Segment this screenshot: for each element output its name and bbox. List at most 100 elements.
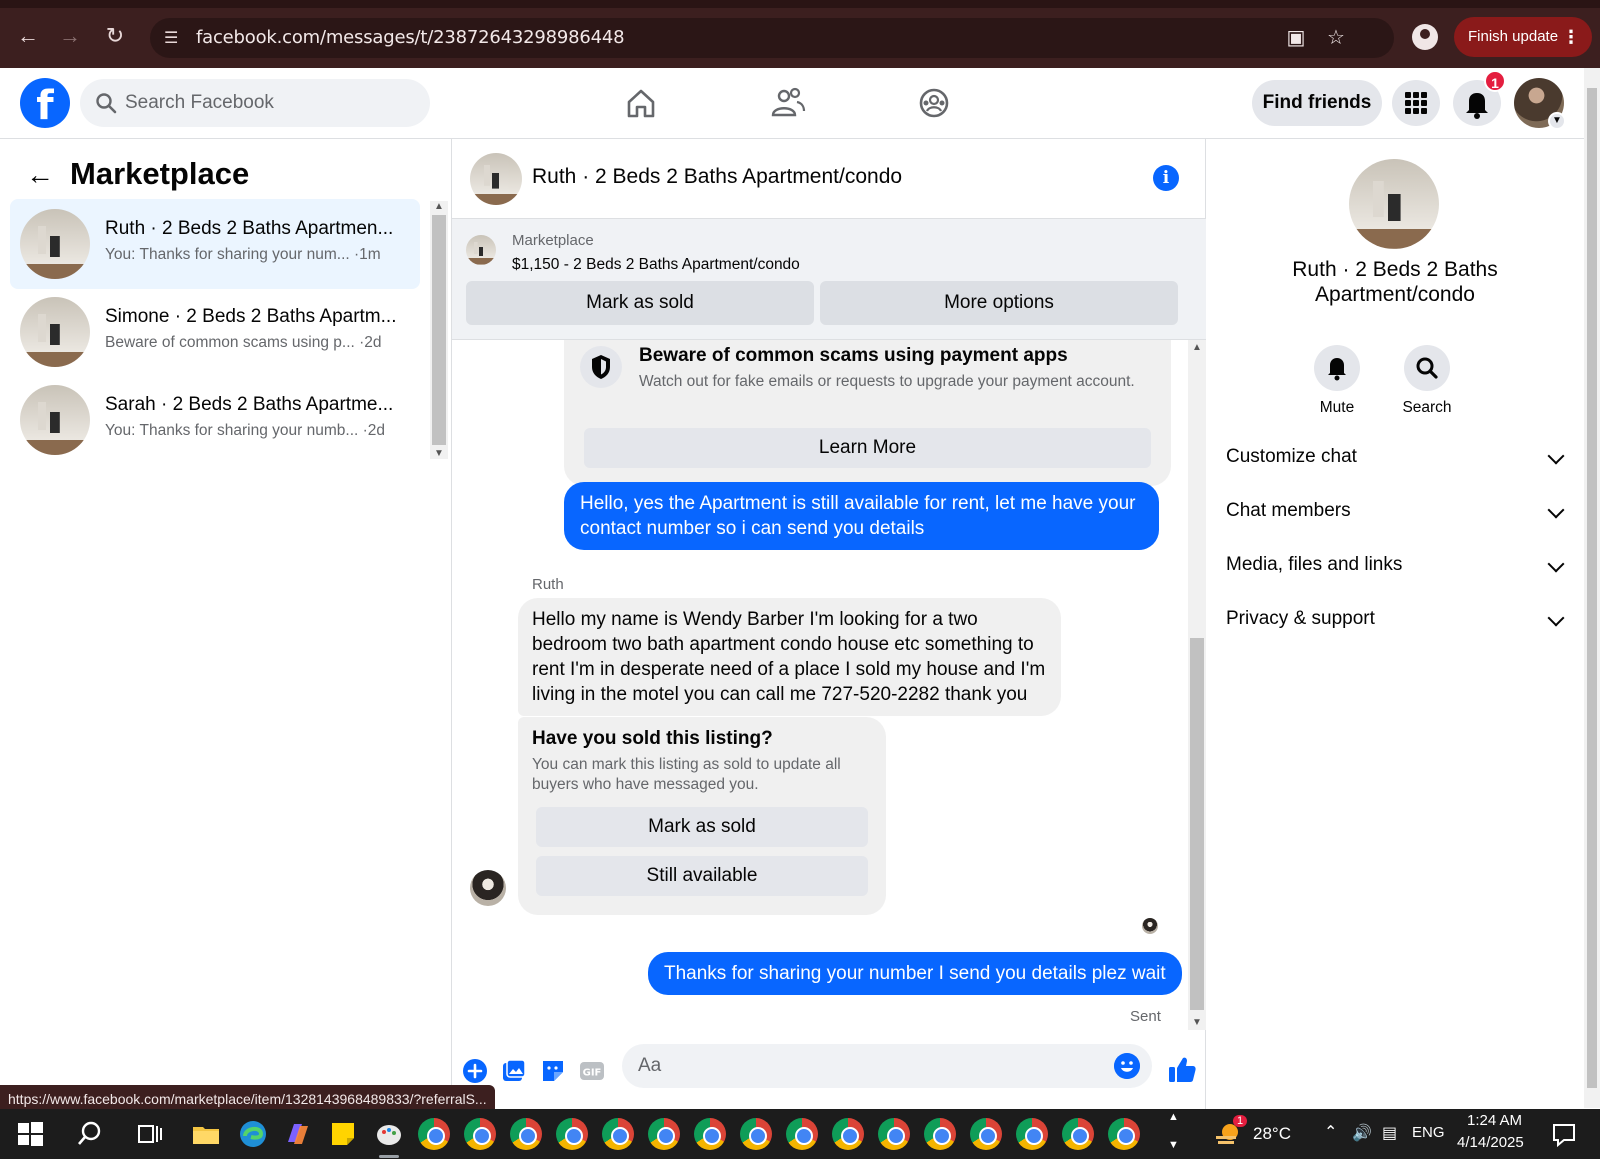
copilot-icon[interactable] — [282, 1118, 314, 1150]
listing-thumbnail — [20, 209, 90, 279]
conversation-item[interactable]: Ruth · 2 Beds 2 Baths Apartmen... You: T… — [10, 199, 420, 289]
edge-icon[interactable] — [237, 1118, 269, 1150]
scroll-up-icon[interactable]: ▲ — [434, 201, 444, 212]
finish-update-button[interactable]: Finish update ⋮ — [1454, 17, 1592, 57]
conversation-item[interactable]: Simone · 2 Beds 2 Baths Apartm... Beware… — [10, 287, 420, 377]
paint-icon[interactable] — [373, 1118, 405, 1150]
still-available-button[interactable]: Still available — [536, 856, 868, 896]
back-icon[interactable]: ← — [14, 22, 42, 50]
chrome-window-icon[interactable] — [602, 1118, 634, 1150]
scroll-up-icon[interactable]: ▲ — [1192, 342, 1202, 353]
speaker-icon[interactable]: 🔊 — [1352, 1123, 1372, 1143]
chrome-window-icon[interactable] — [924, 1118, 956, 1150]
address-bar[interactable]: ☰ facebook.com/messages/t/23872643298986… — [150, 18, 1394, 58]
privacy-support-section[interactable]: Privacy & support — [1226, 608, 1566, 638]
home-icon[interactable] — [617, 80, 665, 126]
browser-profile-icon[interactable] — [1412, 24, 1438, 50]
conversation-list-scrollbar[interactable]: ▲ ▼ — [430, 201, 448, 459]
chrome-window-icon[interactable] — [694, 1118, 726, 1150]
chrome-window-icon[interactable] — [464, 1118, 496, 1150]
scroll-down-icon[interactable]: ▼ — [1192, 1017, 1202, 1028]
message-input[interactable]: Aa — [622, 1044, 1152, 1088]
message-bubble-incoming[interactable]: Hello my name is Wendy Barber I'm lookin… — [518, 598, 1061, 716]
chrome-window-icon[interactable] — [1108, 1118, 1140, 1150]
chrome-window-icon[interactable] — [1016, 1118, 1048, 1150]
scam-warning-card: Beware of common scams using payment app… — [564, 340, 1171, 486]
conversation-item[interactable]: Sarah · 2 Beds 2 Baths Apartme... You: T… — [10, 375, 420, 465]
scroll-down-icon[interactable]: ▼ — [434, 448, 444, 459]
sticker-icon[interactable] — [540, 1058, 566, 1084]
chrome-window-icon[interactable] — [556, 1118, 588, 1150]
chat-title[interactable]: Ruth · 2 Beds 2 Baths Apartment/condo — [532, 165, 902, 189]
more-options-button[interactable]: More options — [820, 281, 1178, 325]
chat-members-section[interactable]: Chat members — [1226, 500, 1566, 530]
menu-button[interactable] — [1392, 80, 1440, 126]
search-in-conversation-button[interactable]: Search — [1387, 345, 1467, 417]
listing-label: Marketplace — [512, 232, 594, 249]
page-scrollbar-thumb[interactable] — [1587, 88, 1597, 1088]
emoji-icon[interactable] — [1114, 1053, 1140, 1079]
clock-time[interactable]: 1:24 AM — [1467, 1112, 1522, 1129]
gif-icon[interactable]: GIF — [579, 1058, 605, 1084]
page-scrollbar[interactable] — [1584, 68, 1600, 1108]
language-indicator[interactable]: ENG — [1412, 1124, 1445, 1141]
forward-icon[interactable]: → — [56, 22, 84, 50]
install-app-icon[interactable]: ▣ — [1284, 26, 1308, 50]
friends-icon[interactable] — [764, 80, 812, 126]
account-avatar[interactable]: ▼ — [1514, 78, 1566, 130]
sender-avatar[interactable] — [470, 870, 506, 906]
mark-as-sold-button[interactable]: Mark as sold — [536, 807, 868, 847]
chat-scrollbar[interactable]: ▲ ▼ — [1188, 340, 1206, 1030]
chrome-window-icon[interactable] — [832, 1118, 864, 1150]
scrollbar-thumb[interactable] — [432, 215, 446, 445]
notification-center-icon[interactable] — [1548, 1118, 1580, 1150]
reload-icon[interactable]: ↻ — [101, 22, 129, 50]
groups-icon[interactable] — [910, 80, 958, 126]
chrome-window-icon[interactable] — [418, 1118, 450, 1150]
taskbar-scroll-up-icon[interactable]: ▲ — [1168, 1111, 1179, 1123]
chrome-window-icon[interactable] — [648, 1118, 680, 1150]
site-settings-icon[interactable]: ☰ — [164, 28, 184, 48]
clock-date[interactable]: 4/14/2025 — [1457, 1134, 1524, 1151]
back-arrow-icon[interactable]: ← — [26, 159, 54, 191]
listing-thumbnail[interactable] — [466, 235, 496, 265]
customize-chat-section[interactable]: Customize chat — [1226, 446, 1566, 476]
search-input[interactable]: Search Facebook — [80, 79, 430, 127]
media-files-links-section[interactable]: Media, files and links — [1226, 554, 1566, 584]
listing-price[interactable]: $1,150 - 2 Beds 2 Baths Apartment/condo — [512, 256, 800, 274]
search-icon[interactable] — [74, 1118, 106, 1150]
temperature[interactable]: 28°C — [1253, 1124, 1291, 1144]
message-bubble-outgoing[interactable]: Thanks for sharing your number I send yo… — [648, 952, 1182, 995]
url-text[interactable]: facebook.com/messages/t/2387264329898644… — [196, 27, 625, 48]
facebook-logo[interactable]: f — [20, 78, 70, 129]
chrome-window-icon[interactable] — [740, 1118, 772, 1150]
task-view-icon[interactable] — [133, 1118, 165, 1150]
plus-circle-icon[interactable] — [462, 1058, 488, 1084]
file-explorer-icon[interactable] — [190, 1118, 222, 1150]
chat-panel: Ruth · 2 Beds 2 Baths Apartment/condo i … — [452, 139, 1206, 1109]
bell-icon — [1328, 358, 1346, 381]
learn-more-button[interactable]: Learn More — [584, 428, 1151, 468]
chrome-window-icon[interactable] — [878, 1118, 910, 1150]
thumbs-up-icon[interactable] — [1166, 1054, 1198, 1086]
chrome-window-icon[interactable] — [970, 1118, 1002, 1150]
windows-start-icon[interactable] — [14, 1118, 46, 1150]
scrollbar-thumb[interactable] — [1190, 638, 1204, 1010]
network-icon[interactable]: ▤ — [1382, 1123, 1397, 1143]
profile-avatar[interactable] — [1349, 159, 1439, 249]
message-bubble-outgoing[interactable]: Hello, yes the Apartment is still availa… — [564, 482, 1159, 550]
photo-icon[interactable] — [501, 1058, 527, 1084]
info-icon[interactable]: i — [1153, 165, 1179, 191]
taskbar-scroll-down-icon[interactable]: ▼ — [1168, 1139, 1179, 1151]
mark-as-sold-button[interactable]: Mark as sold — [466, 281, 814, 325]
bookmark-star-icon[interactable]: ☆ — [1324, 26, 1348, 50]
chrome-window-icon[interactable] — [786, 1118, 818, 1150]
mute-button[interactable]: Mute — [1297, 345, 1377, 417]
chrome-window-icon[interactable] — [1062, 1118, 1094, 1150]
find-friends-button[interactable]: Find friends — [1252, 80, 1382, 126]
weather-badge: 1 — [1233, 1115, 1248, 1127]
tray-chevron-up-icon[interactable]: ⌃ — [1324, 1122, 1337, 1142]
sticky-notes-icon[interactable] — [327, 1118, 359, 1150]
chrome-window-icon[interactable] — [510, 1118, 542, 1150]
chat-avatar[interactable] — [470, 153, 522, 205]
